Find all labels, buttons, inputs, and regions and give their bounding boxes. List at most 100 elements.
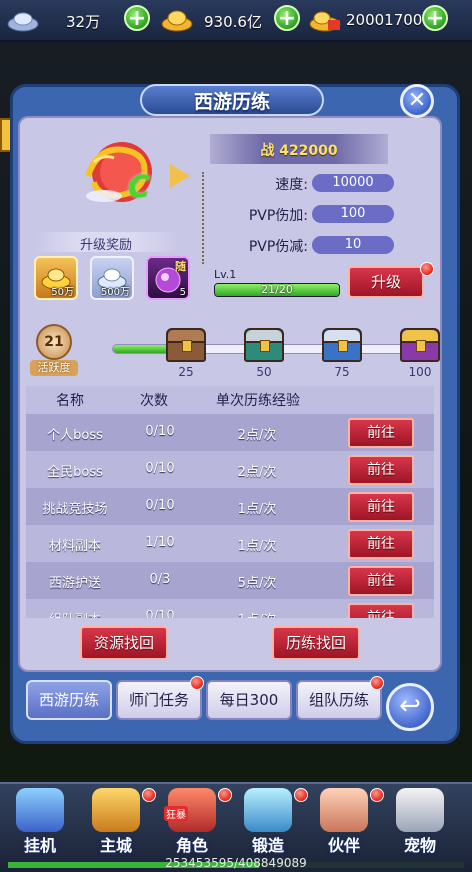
task-exp: 2点/次 — [237, 428, 277, 443]
header-name: 名称 — [56, 393, 84, 409]
task-name: 全民boss — [47, 465, 103, 480]
task-name: 组队副本 — [38, 609, 112, 618]
task-count: 0/10 — [145, 424, 175, 439]
task-exp: 5点/次 — [237, 576, 277, 591]
task-table[interactable]: 个人boss 0/10 2点/次 前往 全民boss 0/10 2点/次 前往 … — [26, 414, 434, 618]
recover-training-button[interactable]: 历练找回 — [272, 626, 360, 660]
task-name: 个人boss — [47, 428, 103, 443]
chest-75-icon[interactable] — [322, 328, 362, 362]
upgrade-button[interactable]: 升级 — [348, 266, 424, 298]
go-button[interactable]: 前往 — [348, 529, 414, 559]
notification-dot — [370, 788, 384, 802]
add-ingot-button[interactable]: + — [422, 5, 448, 31]
reward-gold-ingot[interactable]: 50万 — [34, 256, 78, 300]
random-tag: 随 — [175, 260, 186, 273]
stat-pvp-dmg-down-value: 10 — [312, 236, 394, 254]
power-value: 422000 — [279, 143, 338, 159]
notification-dot — [294, 788, 308, 802]
nav-character[interactable]: 角色 狂暴 — [162, 788, 222, 855]
go-button[interactable]: 前往 — [348, 418, 414, 448]
nav-label: 挂机 — [23, 836, 56, 855]
reward-count: 50万 — [51, 287, 74, 298]
level-label: Lv.1 — [214, 268, 237, 281]
pagoda-icon — [92, 788, 140, 832]
dragon-emblem-icon — [74, 136, 174, 208]
go-button[interactable]: 前往 — [348, 566, 414, 596]
notification-dot — [218, 788, 232, 802]
stat-pvp-dmg-up-label: PVP伤加: — [248, 208, 308, 224]
go-button[interactable]: 前往 — [348, 455, 414, 485]
task-exp: 1点/次 — [222, 609, 292, 618]
tab-daily-300[interactable]: 每日300 — [206, 680, 292, 720]
notification-dot — [370, 676, 384, 690]
panel-title: 西游历练 — [193, 91, 270, 113]
nav-label: 伙伴 — [327, 836, 360, 855]
task-exp: 1点/次 — [237, 539, 277, 554]
notification-dot — [190, 676, 204, 690]
milestone-25: 25 — [178, 365, 194, 379]
table-row: 西游护送 0/3 5点/次 前往 — [26, 562, 434, 599]
gold-currency: 930.6亿 — [160, 6, 290, 34]
nav-main-city[interactable]: 主城 — [86, 788, 146, 855]
table-row: 组队副本 0/10 1点/次 前往 — [26, 599, 434, 618]
task-exp: 1点/次 — [237, 502, 277, 517]
gold-amount: 930.6亿 — [204, 13, 262, 31]
sword-icon — [16, 788, 64, 832]
milestone-75: 75 — [334, 365, 350, 379]
task-name: 材料副本 — [48, 539, 101, 554]
recover-resources-button[interactable]: 资源找回 — [80, 626, 168, 660]
nav-label: 锻造 — [251, 836, 284, 855]
silver-amount: 32万 — [66, 13, 101, 31]
table-row: 材料副本 1/10 1点/次 前往 — [26, 525, 434, 562]
nav-pets[interactable]: 宠物 — [390, 788, 450, 855]
chest-25-icon[interactable] — [166, 328, 206, 362]
reward-random-orb[interactable]: 随 5 — [146, 256, 190, 300]
tab-team-training[interactable]: 组队历练 — [296, 680, 382, 720]
stat-pvp-dmg-down-label: PVP伤减: — [248, 239, 308, 255]
add-gold-button[interactable]: + — [274, 5, 300, 31]
bound-gold-icon — [308, 6, 342, 34]
reward-title: 升级奖励 — [79, 238, 132, 253]
partners-icon — [320, 788, 368, 832]
add-silver-button[interactable]: + — [124, 5, 150, 31]
table-row: 挑战竞技场 0/10 1点/次 前往 — [26, 488, 434, 525]
combat-power: 战 422000 — [210, 140, 388, 160]
table-row: 个人boss 0/10 2点/次 前往 — [26, 414, 434, 451]
stat-speed-value: 10000 — [312, 174, 394, 192]
header-exp: 单次历练经验 — [216, 393, 300, 409]
nav-label: 宠物 — [403, 836, 436, 855]
chest-100-icon[interactable] — [400, 328, 440, 362]
close-button[interactable]: ✕ — [400, 84, 434, 118]
nav-label: 主城 — [99, 836, 132, 855]
task-name: 挑战竞技场 — [42, 502, 108, 517]
task-name: 西游护送 — [48, 576, 101, 591]
panda-icon — [396, 788, 444, 832]
notification-dot — [142, 788, 156, 802]
nav-idle[interactable]: 挂机 — [10, 788, 70, 855]
task-count: 1/10 — [145, 535, 175, 550]
chest-50-icon[interactable] — [244, 328, 284, 362]
power-label: 战 — [260, 143, 275, 159]
go-button[interactable]: 前往 — [348, 492, 414, 522]
stat-speed-label: 速度: — [275, 177, 308, 193]
task-count: 0/10 — [145, 461, 175, 476]
silver-ingot-icon — [6, 6, 40, 34]
activity-value: 21 — [36, 324, 72, 360]
task-exp: 2点/次 — [237, 465, 277, 480]
reward-silver-ingot[interactable]: 500万 — [90, 256, 134, 300]
tab-journey-training[interactable]: 西游历练 — [26, 680, 112, 720]
nav-forge[interactable]: 锻造 — [238, 788, 298, 855]
go-button[interactable]: 前往 — [348, 603, 414, 618]
task-count: 0/10 — [145, 609, 175, 618]
grade-label: C — [128, 170, 151, 205]
tab-sect-tasks[interactable]: 师门任务 — [116, 680, 202, 720]
header-count: 次数 — [140, 393, 168, 409]
table-row: 全民boss 0/10 2点/次 前往 — [26, 451, 434, 488]
back-button[interactable]: ↩ — [386, 683, 434, 731]
nav-partners[interactable]: 伙伴 — [314, 788, 374, 855]
exp-text: 21/20 — [261, 283, 293, 296]
currency-bar: 32万 + 930.6亿 + 20001700 + — [0, 0, 472, 42]
player-id-text: 253453595/408849089 — [165, 856, 307, 870]
milestone-50: 50 — [256, 365, 272, 379]
reward-count: 500万 — [100, 287, 130, 298]
